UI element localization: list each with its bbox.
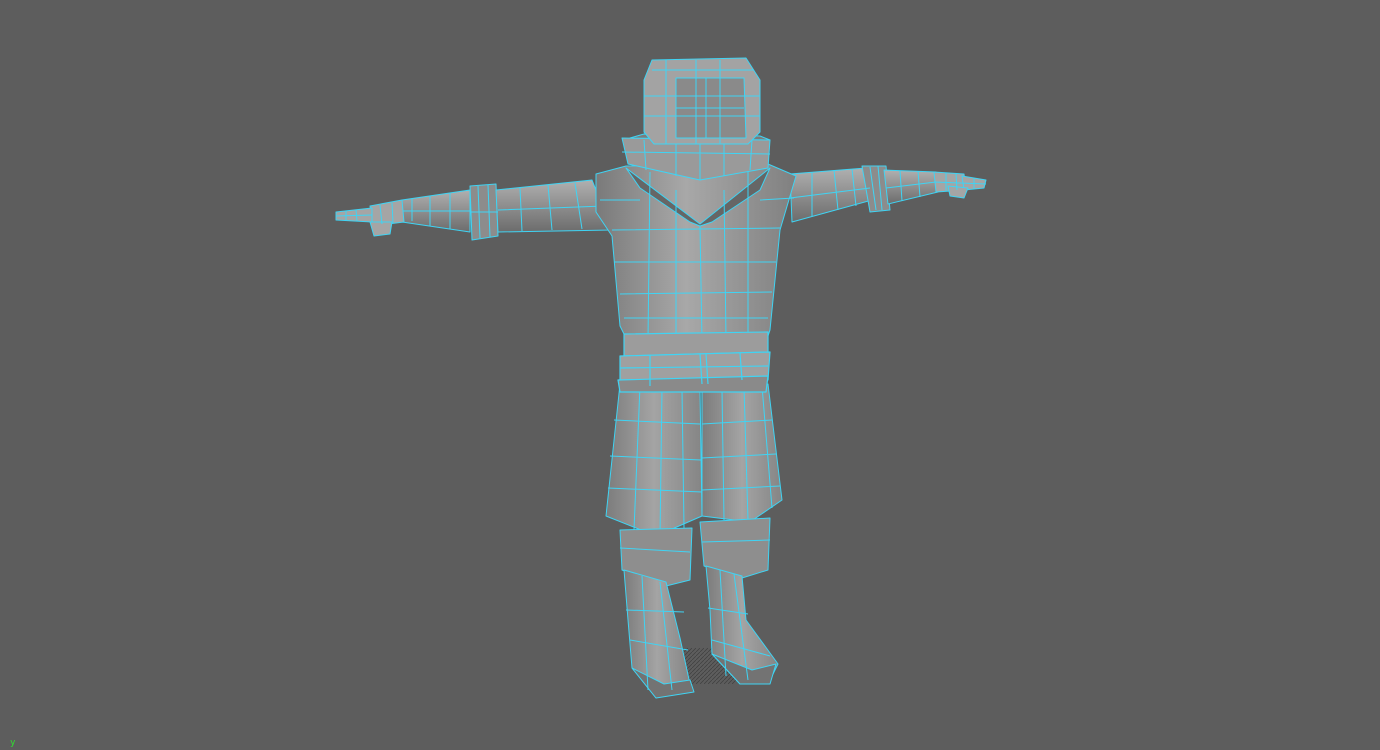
left-hand[interactable] <box>933 171 987 199</box>
axis-y-label: y <box>10 738 16 748</box>
belt[interactable] <box>617 331 771 393</box>
right-arm[interactable] <box>401 179 613 241</box>
3d-viewport[interactable]: y <box>0 0 1380 750</box>
right-leg[interactable] <box>605 383 703 537</box>
right-boot[interactable] <box>619 527 695 699</box>
right-hand[interactable] <box>335 199 405 237</box>
character-model[interactable] <box>0 0 1380 750</box>
axis-indicator: y <box>10 738 22 750</box>
left-leg[interactable] <box>701 383 783 523</box>
left-arm[interactable] <box>789 165 939 223</box>
torso[interactable] <box>595 163 797 343</box>
helmet[interactable] <box>643 57 761 145</box>
